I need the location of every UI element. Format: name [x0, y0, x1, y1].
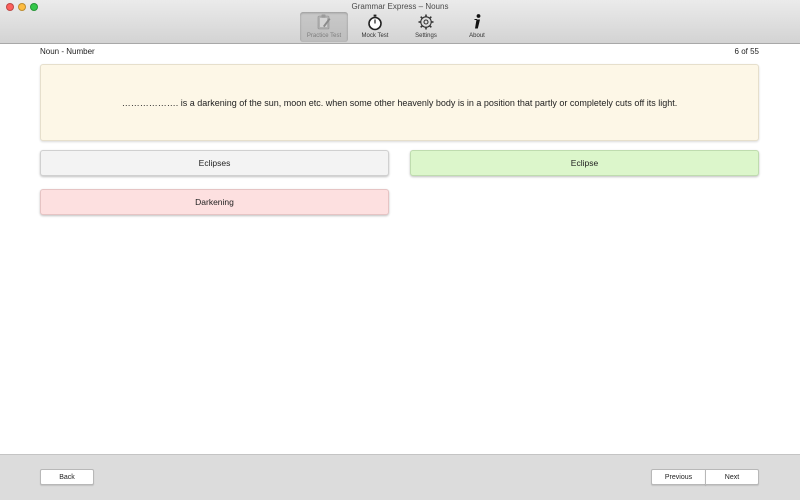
question-panel: ………………. is a darkening of the sun, moon …	[40, 64, 759, 141]
bottom-bar: Back Previous Next	[0, 454, 800, 500]
previous-button[interactable]: Previous	[651, 469, 706, 485]
answer-option-eclipses[interactable]: Eclipses	[40, 150, 389, 176]
info-icon	[474, 14, 481, 29]
category-label: Noun - Number	[40, 47, 95, 56]
toolbar-mock-test[interactable]: Mock Test	[351, 12, 399, 42]
toolbar-label: About	[469, 33, 485, 39]
next-button[interactable]: Next	[705, 469, 759, 485]
title-bar: Grammar Express – Nouns Practice Test Mo…	[0, 0, 800, 44]
toolbar: Practice Test Mock Test Settings About	[300, 12, 504, 42]
question-text: ………………. is a darkening of the sun, moon …	[121, 97, 678, 108]
app-window: Grammar Express – Nouns Practice Test Mo…	[0, 0, 800, 500]
answer-option-eclipse[interactable]: Eclipse	[410, 150, 759, 176]
toolbar-label: Practice Test	[306, 33, 342, 39]
gear-icon	[418, 14, 434, 30]
answer-option-darkening[interactable]: Darkening	[40, 189, 389, 215]
window-title: Grammar Express – Nouns	[351, 2, 449, 11]
toolbar-about[interactable]: About	[453, 12, 501, 42]
question-counter: 6 of 55	[734, 47, 759, 56]
toolbar-settings[interactable]: Settings	[402, 12, 450, 42]
stopwatch-icon	[368, 14, 382, 31]
toolbar-label: Mock Test	[361, 33, 389, 39]
clipboard-icon	[317, 14, 331, 30]
back-button[interactable]: Back	[40, 469, 94, 485]
toolbar-label: Settings	[415, 33, 437, 39]
toolbar-practice-test[interactable]: Practice Test	[300, 12, 348, 42]
